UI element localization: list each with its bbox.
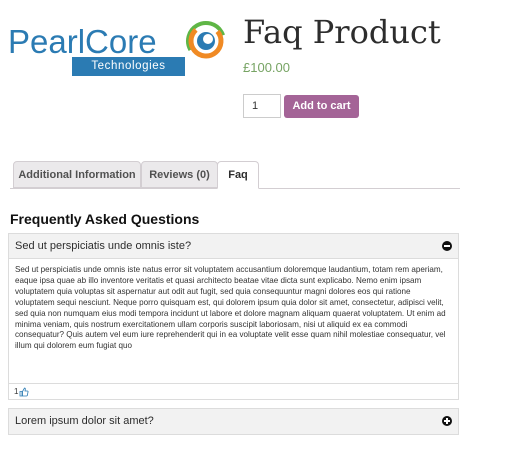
faq-item: Lorem ipsum dolor sit amet? bbox=[8, 408, 459, 435]
faq-question-text: Sed ut perspiciatis unde omnis iste? bbox=[15, 240, 192, 252]
faq-question-text: Lorem ipsum dolor sit amet? bbox=[15, 415, 154, 427]
faq-answer: Sed ut perspiciatis unde omnis iste natu… bbox=[9, 259, 458, 384]
plus-circle-icon[interactable] bbox=[442, 416, 452, 426]
logo-swirl-icon bbox=[186, 21, 226, 61]
faq-question[interactable]: Sed ut perspiciatis unde omnis iste? bbox=[9, 234, 458, 259]
product-price: £100.00 bbox=[243, 60, 290, 75]
quantity-input[interactable] bbox=[243, 94, 281, 118]
tab-additional-information[interactable]: Additional Information bbox=[13, 161, 141, 188]
logo-tagline: Technologies bbox=[72, 57, 185, 76]
product-title: Faq Product bbox=[243, 13, 441, 51]
faq-heading: Frequently Asked Questions bbox=[10, 211, 200, 227]
tab-reviews[interactable]: Reviews (0) bbox=[141, 161, 218, 188]
logo-wordmark: PearlCore bbox=[8, 23, 157, 60]
faq-question[interactable]: Lorem ipsum dolor sit amet? bbox=[9, 409, 458, 434]
pearlcore-logo: PearlCore Technologies bbox=[8, 20, 226, 80]
thumbs-up-icon[interactable] bbox=[19, 387, 29, 397]
minus-circle-icon[interactable] bbox=[442, 241, 452, 251]
add-to-cart-button[interactable]: Add to cart bbox=[284, 95, 359, 118]
faq-item: Sed ut perspiciatis unde omnis iste? Sed… bbox=[8, 233, 459, 400]
like-count: 1 bbox=[14, 387, 19, 396]
faq-like-row: 1 bbox=[9, 384, 458, 399]
tab-faq[interactable]: Faq bbox=[217, 161, 259, 189]
